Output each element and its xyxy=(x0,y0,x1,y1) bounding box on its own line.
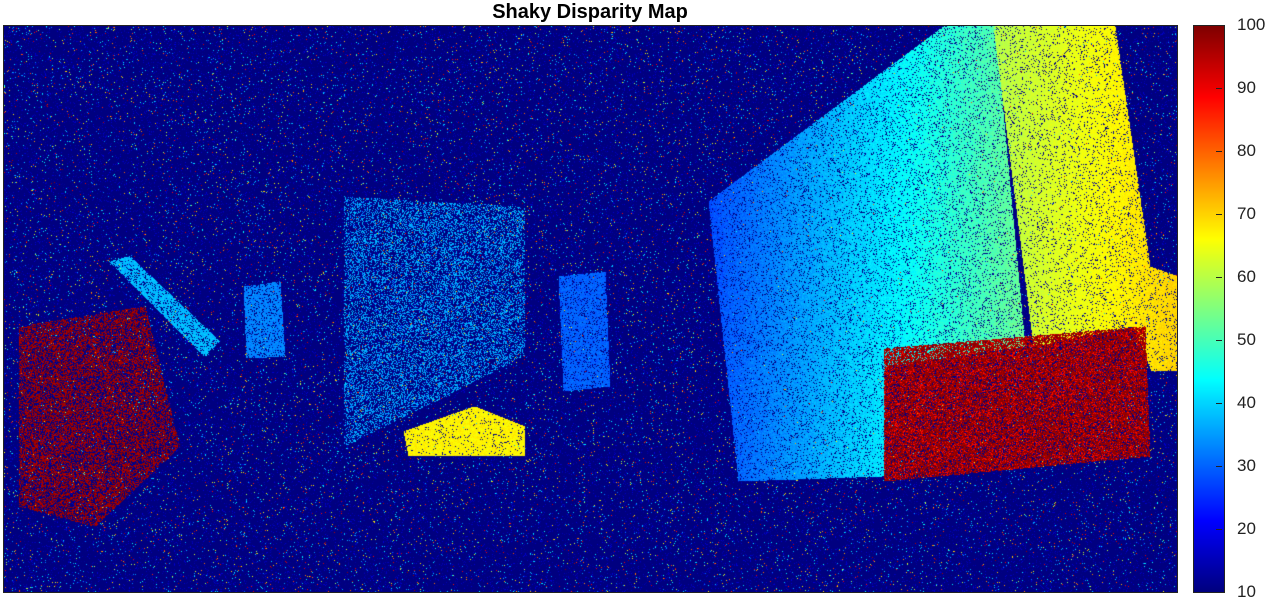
colorbar-tick-label: 60 xyxy=(1237,267,1256,286)
colorbar-tick-mark xyxy=(1216,592,1222,593)
colorbar-tick-label: 30 xyxy=(1237,456,1256,475)
chart-title: Shaky Disparity Map xyxy=(492,1,688,23)
colorbar-ticks: 10 20 30 40 50 60 70 80 90 100 xyxy=(1216,16,1265,601)
colorbar-tick-mark xyxy=(1216,88,1222,89)
colorbar-tick-label: 10 xyxy=(1237,582,1256,601)
colorbar-tick-mark xyxy=(1216,277,1222,278)
colorbar-tick-mark xyxy=(1216,403,1222,404)
colorbar-tick-mark xyxy=(1216,529,1222,530)
colorbar-tick-mark xyxy=(1216,151,1222,152)
colorbar-tick-label: 40 xyxy=(1237,393,1256,412)
colorbar-tick-label: 90 xyxy=(1237,78,1256,97)
disparity-map-plot xyxy=(3,25,1178,593)
figure: Shaky Disparity Map 10 20 30 40 50 60 70 80 90 10… xyxy=(0,0,1268,603)
colorbar-tick-label: 100 xyxy=(1237,15,1266,34)
colorbar-tick-mark xyxy=(1216,466,1222,467)
disparity-heatmap xyxy=(4,26,1177,592)
colorbar-tick-label: 70 xyxy=(1237,204,1256,223)
colorbar-tick-mark xyxy=(1216,214,1222,215)
colorbar-tick-label: 20 xyxy=(1237,519,1256,538)
colorbar-tick-mark xyxy=(1216,25,1222,26)
colorbar xyxy=(1193,25,1225,593)
colorbar-tick-label: 50 xyxy=(1237,330,1256,349)
colorbar-tick-mark xyxy=(1216,340,1222,341)
colorbar-tick-label: 80 xyxy=(1237,141,1256,160)
